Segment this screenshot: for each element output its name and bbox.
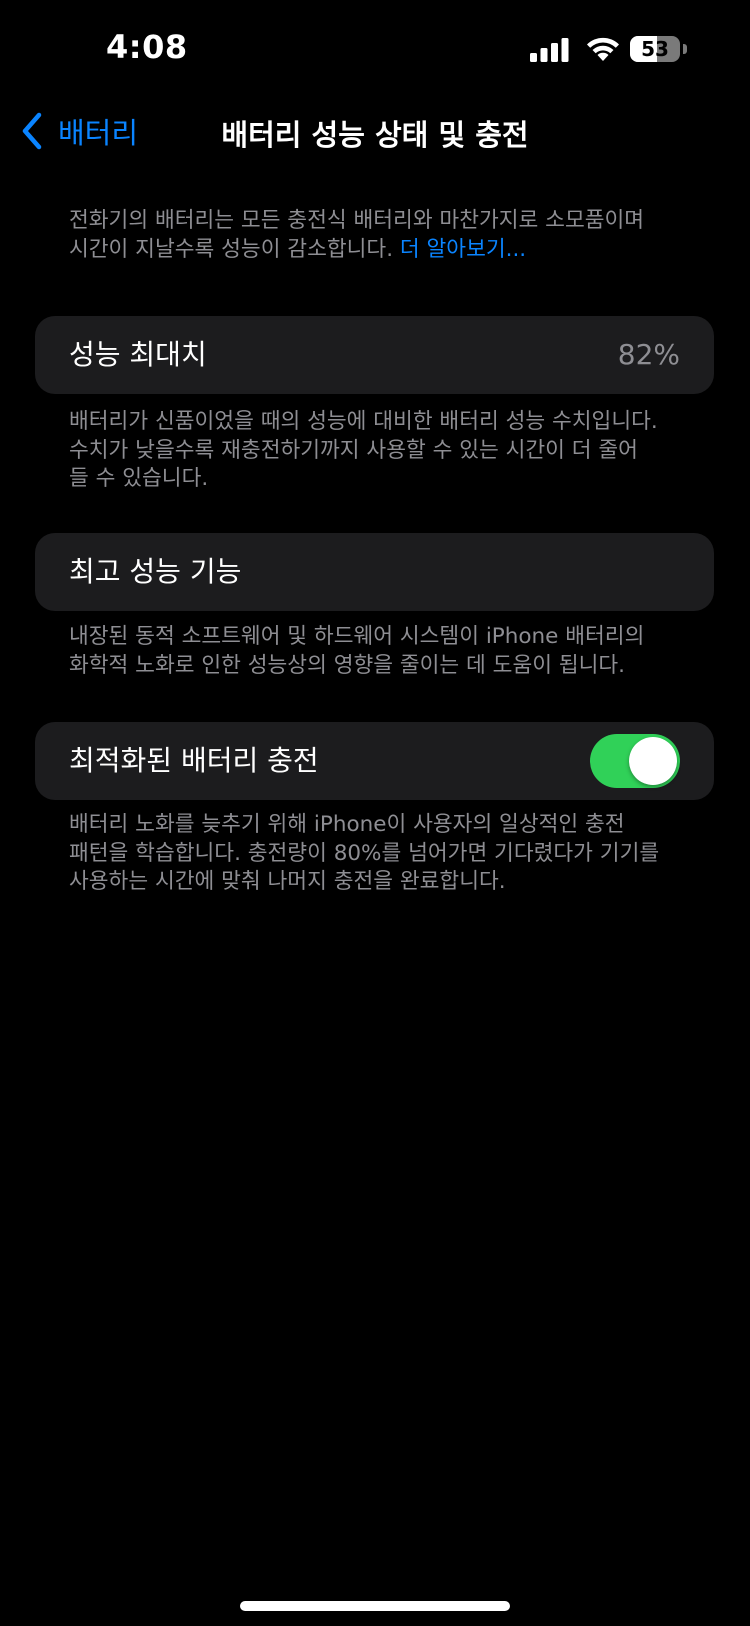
cellular-signal-icon — [530, 38, 569, 62]
intro-description: 전화기의 배터리는 모든 충전식 배터리와 마찬가지로 소모품이며 시간이 지날… — [69, 208, 645, 262]
wifi-icon — [587, 37, 619, 61]
learn-more-link[interactable]: 더 알아보기... — [400, 237, 526, 262]
home-indicator[interactable] — [240, 1601, 510, 1611]
status-time: 4:08 — [106, 28, 188, 66]
peak-performance-cell: 최고 성능 기능 — [35, 533, 714, 611]
page-title: 배터리 성능 상태 및 충전 — [221, 118, 529, 152]
max-capacity-footer: 배터리가 신품이었을 때의 성능에 대비한 배터리 성능 수치입니다. 수치가 … — [69, 409, 658, 491]
max-capacity-cell: 성능 최대치 82% — [35, 316, 714, 394]
optimized-charging-cell: 최적화된 배터리 충전 — [35, 722, 714, 800]
optimized-charging-label: 최적화된 배터리 충전 — [69, 744, 319, 777]
peak-performance-label: 최고 성능 기능 — [69, 555, 242, 588]
max-capacity-label: 성능 최대치 — [69, 338, 207, 371]
optimized-charging-toggle[interactable] — [590, 734, 680, 788]
battery-icon: 53 — [630, 36, 690, 64]
toggle-knob — [629, 737, 677, 785]
optimized-charging-footer: 배터리 노화를 늦추기 위해 iPhone이 사용자의 일상적인 충전 패턴을 … — [69, 812, 660, 894]
battery-percent: 53 — [641, 37, 669, 61]
peak-performance-footer: 내장된 동적 소프트웨어 및 하드웨어 시스템이 iPhone 배터리의 화학적… — [69, 624, 645, 678]
max-capacity-value: 82% — [617, 338, 680, 371]
